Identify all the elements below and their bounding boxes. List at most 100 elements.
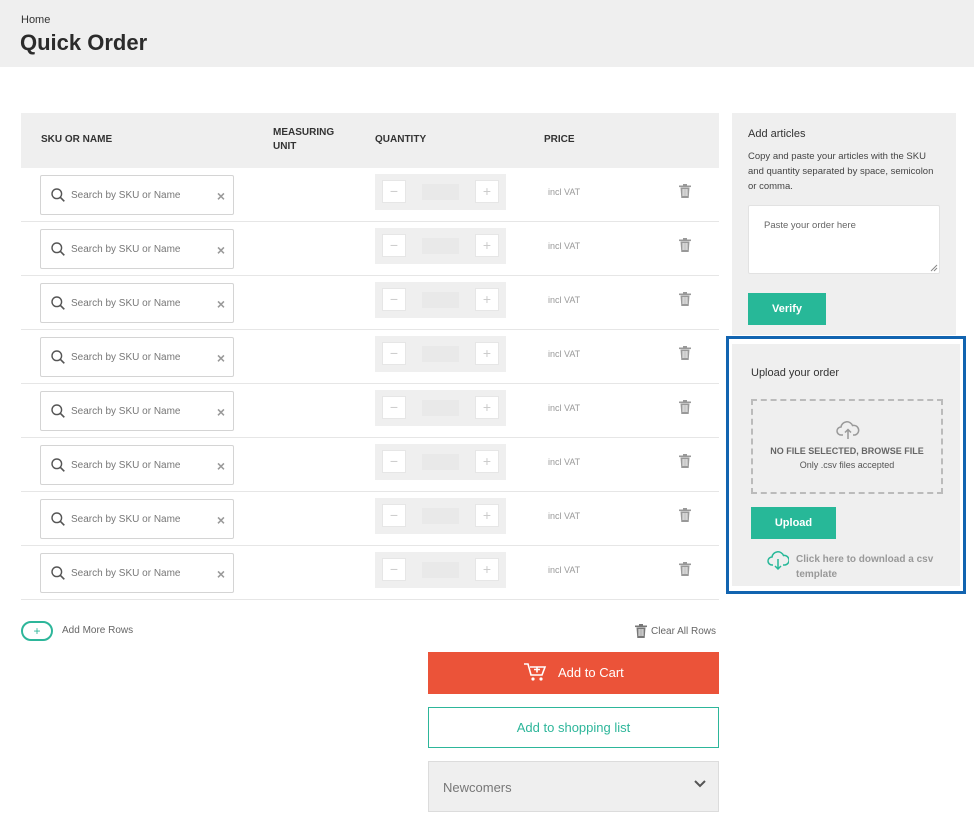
add-to-cart-button[interactable]: Add to Cart [428, 652, 719, 694]
clear-search-icon[interactable]: × [217, 296, 225, 312]
quantity-input[interactable] [422, 346, 459, 362]
upload-order-panel: Upload your order NO FILE SELECTED, BROW… [726, 336, 966, 594]
clear-all-rows-button[interactable]: Clear All Rows [635, 624, 725, 638]
sku-search-input[interactable]: Search by SKU or Name × [40, 175, 234, 215]
quantity-increase-button[interactable]: + [475, 450, 499, 473]
search-icon [51, 350, 65, 364]
row-price: incl VAT [548, 457, 581, 467]
table-row: Search by SKU or Name × − + incl VAT [21, 384, 719, 438]
sku-search-placeholder: Search by SKU or Name [71, 352, 181, 363]
shopping-list-select[interactable]: Newcomers [428, 761, 719, 812]
quantity-input[interactable] [422, 508, 459, 524]
quantity-increase-button[interactable]: + [475, 396, 499, 419]
quantity-increase-button[interactable]: + [475, 342, 499, 365]
upload-button[interactable]: Upload [751, 507, 836, 539]
clear-search-icon[interactable]: × [217, 512, 225, 528]
trash-icon[interactable] [679, 454, 691, 468]
file-drop-zone[interactable]: NO FILE SELECTED, BROWSE FILE Only .csv … [751, 399, 943, 494]
row-price: incl VAT [548, 187, 581, 197]
header-measuring-unit-line1: MEASURING [273, 127, 335, 138]
quantity-decrease-button[interactable]: − [382, 288, 406, 311]
add-articles-panel: Add articles Copy and paste your article… [732, 113, 956, 335]
quantity-increase-button[interactable]: + [475, 558, 499, 581]
no-file-selected-label: NO FILE SELECTED, BROWSE FILE [770, 446, 924, 456]
quantity-increase-button[interactable]: + [475, 288, 499, 311]
table-body: Search by SKU or Name × − + incl VAT Sea… [21, 168, 719, 600]
table-row: Search by SKU or Name × − + incl VAT [21, 438, 719, 492]
clear-search-icon[interactable]: × [217, 188, 225, 204]
quantity-decrease-button[interactable]: − [382, 180, 406, 203]
sku-search-input[interactable]: Search by SKU or Name × [40, 445, 234, 485]
sku-search-input[interactable]: Search by SKU or Name × [40, 337, 234, 377]
row-price: incl VAT [548, 349, 581, 359]
search-icon [51, 296, 65, 310]
quantity-input[interactable] [422, 238, 459, 254]
search-icon [51, 458, 65, 472]
quick-order-table: SKU OR NAME MEASURING UNIT QUANTITY PRICE… [21, 113, 719, 600]
quantity-input[interactable] [422, 454, 459, 470]
add-to-shopping-list-button[interactable]: Add to shopping list [428, 707, 719, 748]
quantity-decrease-button[interactable]: − [382, 504, 406, 527]
quantity-increase-button[interactable]: + [475, 234, 499, 257]
sku-search-placeholder: Search by SKU or Name [71, 190, 181, 201]
trash-icon[interactable] [679, 346, 691, 360]
quantity-input[interactable] [422, 562, 459, 578]
sku-search-input[interactable]: Search by SKU or Name × [40, 553, 234, 593]
search-icon [51, 242, 65, 256]
add-articles-title: Add articles [748, 128, 806, 140]
quantity-increase-button[interactable]: + [475, 504, 499, 527]
quantity-input[interactable] [422, 184, 459, 200]
sku-search-input[interactable]: Search by SKU or Name × [40, 229, 234, 269]
clear-search-icon[interactable]: × [217, 242, 225, 258]
quantity-stepper: − + [375, 174, 506, 210]
trash-icon[interactable] [679, 562, 691, 576]
sku-search-input[interactable]: Search by SKU or Name × [40, 391, 234, 431]
chevron-down-icon [694, 780, 706, 788]
quantity-stepper: − + [375, 282, 506, 318]
breadcrumb-home[interactable]: Home [21, 14, 50, 26]
search-icon [51, 566, 65, 580]
quantity-decrease-button[interactable]: − [382, 342, 406, 365]
table-header: SKU OR NAME MEASURING UNIT QUANTITY PRICE [21, 113, 719, 168]
sku-search-input[interactable]: Search by SKU or Name × [40, 499, 234, 539]
sku-search-placeholder: Search by SKU or Name [71, 244, 181, 255]
quantity-stepper: − + [375, 336, 506, 372]
quantity-decrease-button[interactable]: − [382, 396, 406, 419]
quantity-stepper: − + [375, 498, 506, 534]
sku-search-input[interactable]: Search by SKU or Name × [40, 283, 234, 323]
paste-order-textarea[interactable]: Paste your order here [748, 205, 940, 274]
sku-search-placeholder: Search by SKU or Name [71, 406, 181, 417]
header-measuring-unit-line2: UNIT [273, 141, 297, 152]
trash-icon[interactable] [679, 292, 691, 306]
page-header: Home Quick Order [0, 0, 974, 67]
clear-search-icon[interactable]: × [217, 458, 225, 474]
quantity-decrease-button[interactable]: − [382, 450, 406, 473]
cloud-download-icon [767, 551, 789, 571]
quantity-decrease-button[interactable]: − [382, 558, 406, 581]
quantity-input[interactable] [422, 400, 459, 416]
quantity-increase-button[interactable]: + [475, 180, 499, 203]
search-icon [51, 404, 65, 418]
quantity-input[interactable] [422, 292, 459, 308]
trash-icon[interactable] [679, 400, 691, 414]
header-measuring-unit: MEASURING UNIT [273, 126, 334, 154]
row-price: incl VAT [548, 295, 581, 305]
clear-search-icon[interactable]: × [217, 350, 225, 366]
quantity-decrease-button[interactable]: − [382, 234, 406, 257]
trash-icon[interactable] [679, 238, 691, 252]
sku-search-placeholder: Search by SKU or Name [71, 460, 181, 471]
plus-icon: + [21, 621, 53, 641]
clear-search-icon[interactable]: × [217, 566, 225, 582]
trash-icon[interactable] [679, 184, 691, 198]
download-template-link[interactable]: Click here to download a csv template [767, 550, 937, 582]
resize-grip-icon[interactable] [930, 264, 938, 272]
trash-icon[interactable] [679, 508, 691, 522]
sku-search-placeholder: Search by SKU or Name [71, 514, 181, 525]
upload-order-inner: Upload your order NO FILE SELECTED, BROW… [732, 344, 960, 586]
verify-button[interactable]: Verify [748, 293, 826, 325]
quantity-stepper: − + [375, 444, 506, 480]
clear-search-icon[interactable]: × [217, 404, 225, 420]
search-icon [51, 512, 65, 526]
table-row: Search by SKU or Name × − + incl VAT [21, 330, 719, 384]
header-sku: SKU OR NAME [41, 134, 113, 145]
